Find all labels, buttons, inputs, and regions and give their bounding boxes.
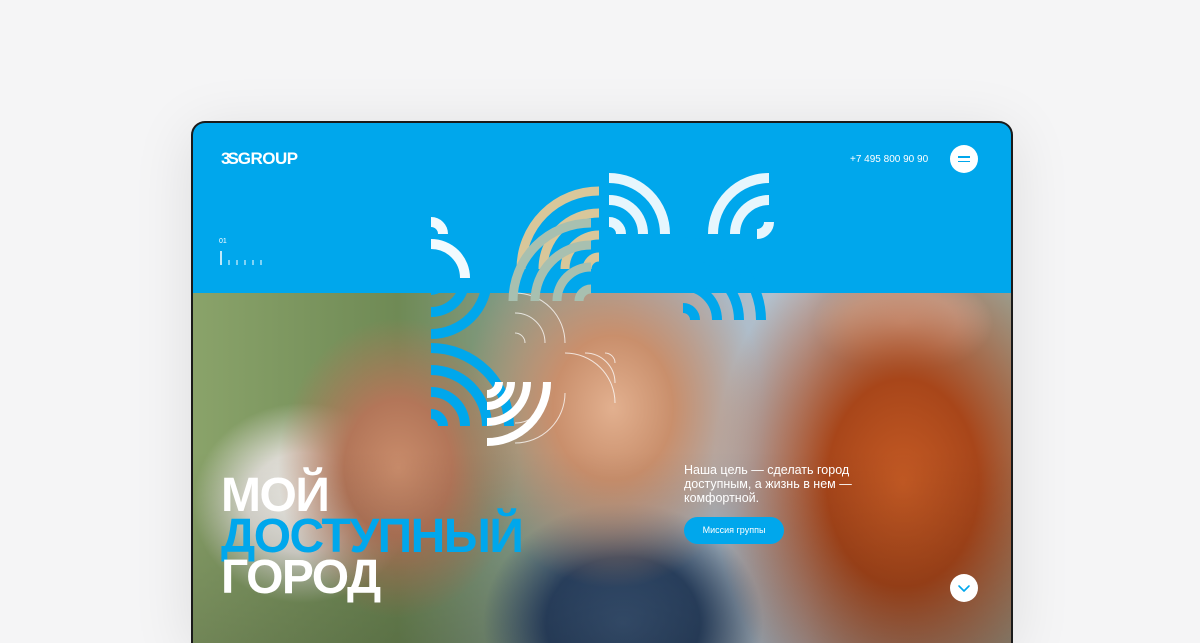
hero-tagline: Наша цель — сделать город доступным, а ж… [684, 463, 852, 505]
arc-deco [514, 312, 546, 344]
slide-progress-ticks[interactable] [220, 251, 270, 267]
menu-button[interactable] [950, 145, 978, 173]
arc-deco [564, 352, 616, 404]
arc-deco [430, 239, 470, 279]
arc-deco [430, 217, 448, 235]
scroll-down-button[interactable] [950, 574, 978, 602]
logo-mark: 3S [221, 149, 239, 168]
arc-deco [574, 284, 592, 302]
chevron-down-icon [958, 585, 970, 592]
slide-number: 01 [219, 238, 227, 245]
arc-deco [756, 221, 774, 239]
hero-headline: МОЙ ДОСТУПНЫЙ ГОРОД [221, 472, 524, 602]
arc-deco [430, 277, 448, 295]
phone-link[interactable]: +7 495 800 90 90 [850, 154, 928, 165]
logo[interactable]: 3S GROUP [221, 149, 298, 169]
browser-frame: 3S GROUP +7 495 800 90 90 01 МОЙ ДОСТУПНЫ… [191, 121, 1013, 643]
arc-deco [514, 332, 526, 344]
arc-deco [584, 352, 616, 384]
headline-line-3: ГОРОД [221, 551, 381, 604]
arc-deco [608, 217, 626, 235]
logo-text: GROUP [237, 149, 298, 168]
arc-deco [682, 303, 700, 321]
arc-deco [552, 262, 592, 302]
arc-deco [430, 409, 448, 427]
mission-button[interactable]: Миссия группы [684, 517, 784, 544]
